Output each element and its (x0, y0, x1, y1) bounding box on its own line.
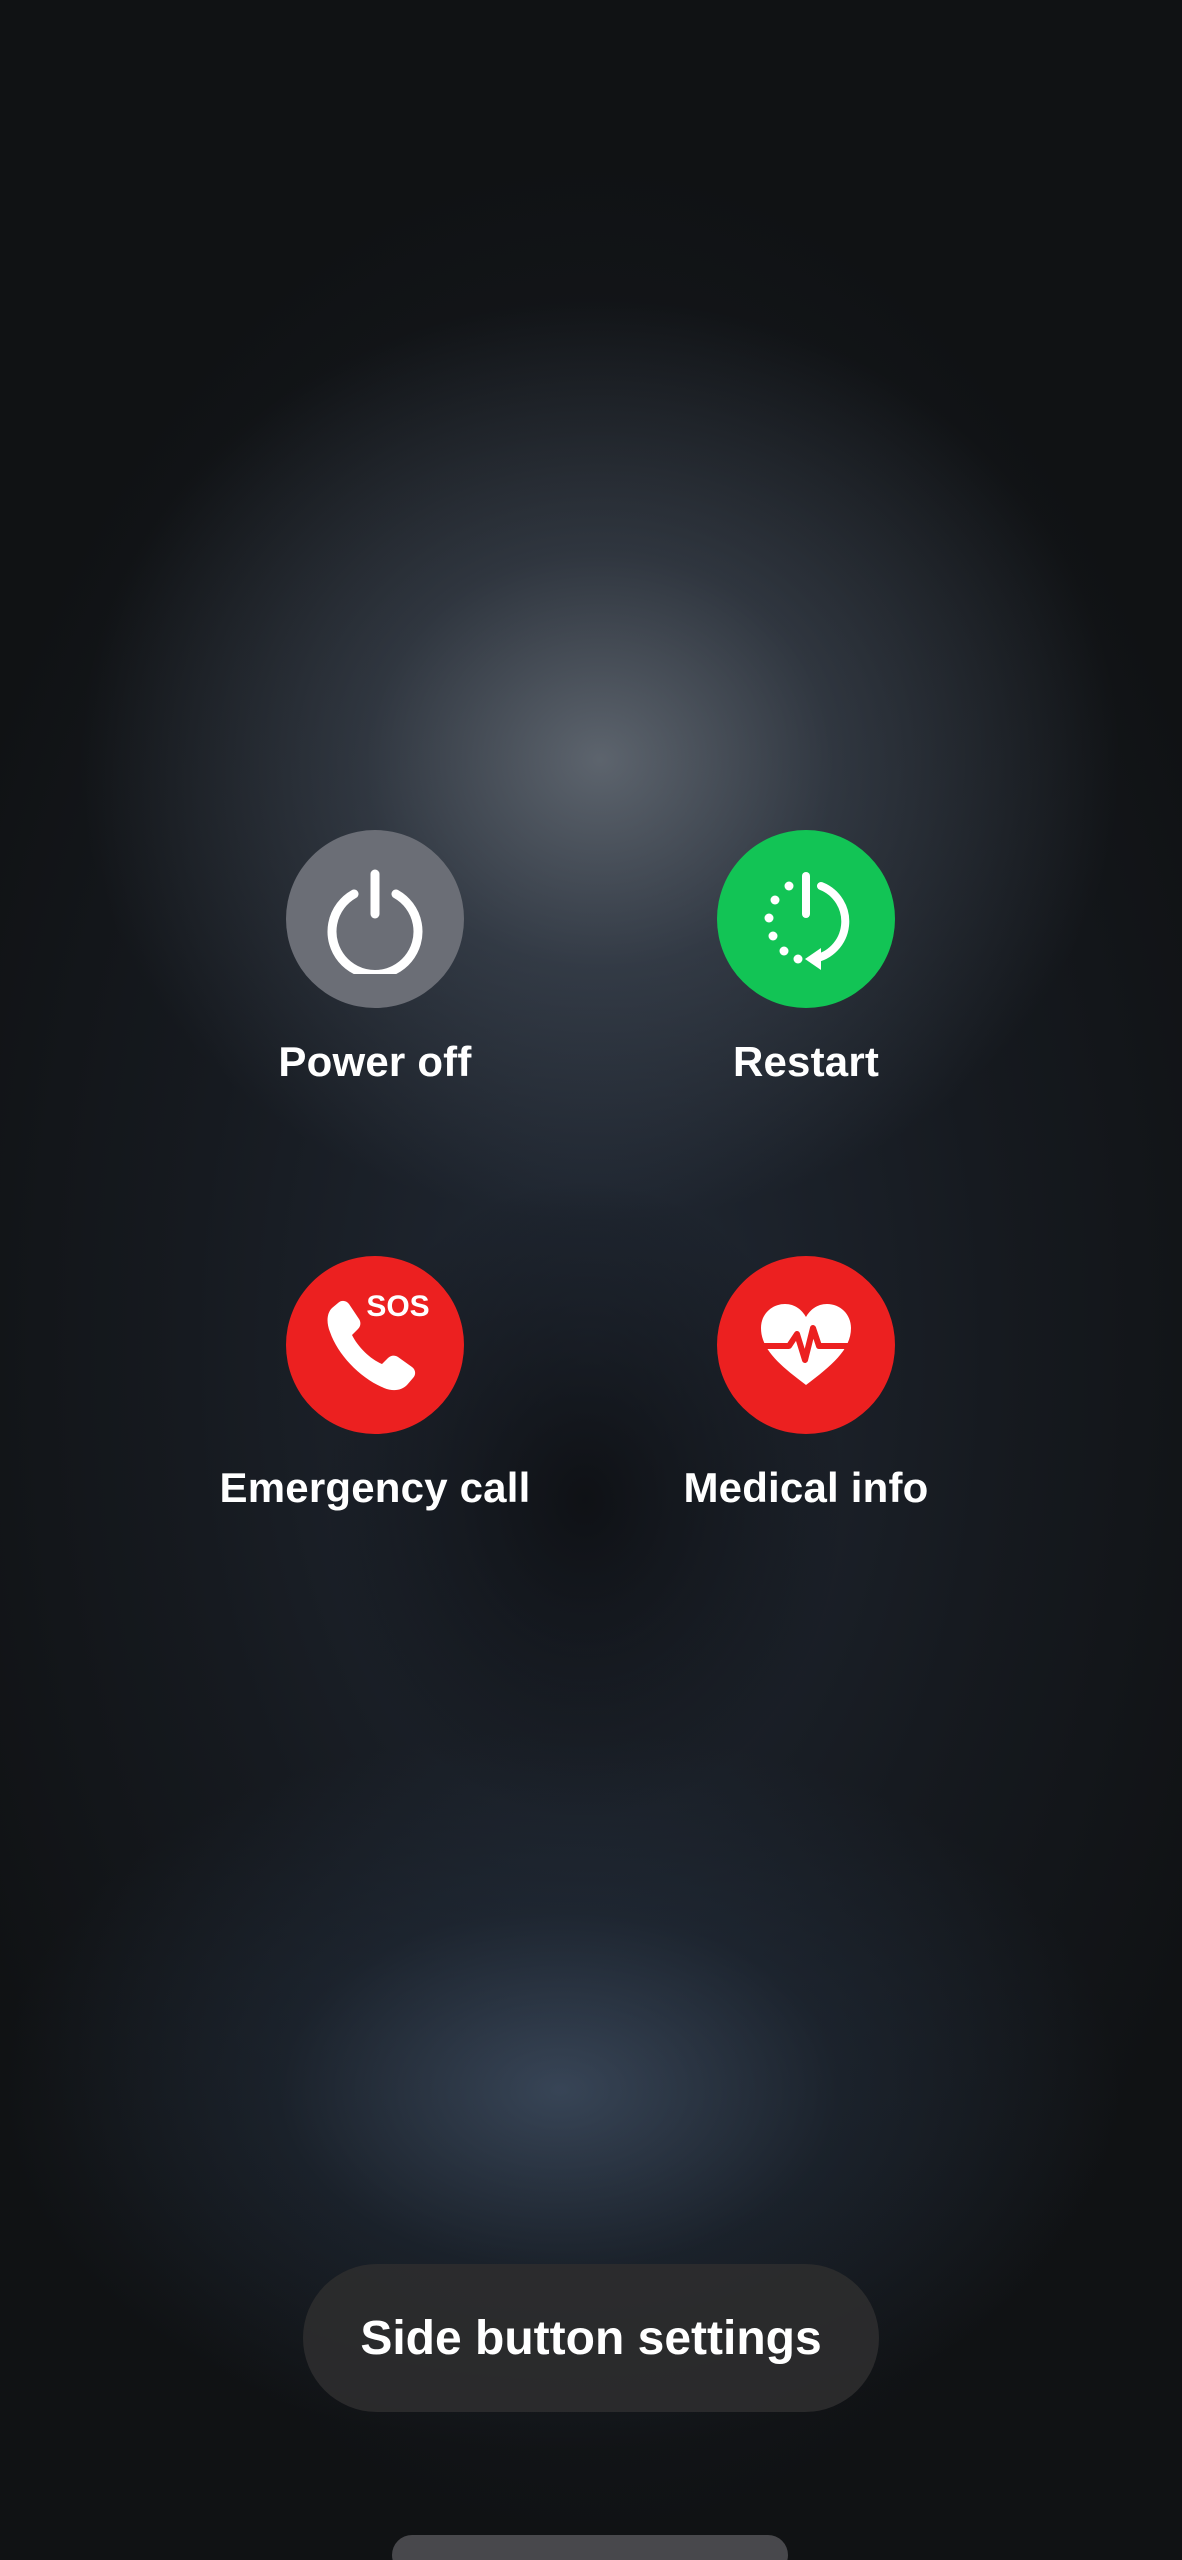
navigation-handle[interactable] (392, 2535, 788, 2560)
power-icon (320, 864, 430, 974)
power-off-button[interactable] (286, 830, 464, 1008)
medical-info-button[interactable] (717, 1256, 895, 1434)
heart-pulse-icon (751, 1290, 861, 1400)
medical-info-label: Medical info (683, 1464, 929, 1511)
power-off-option[interactable]: Power off (195, 830, 555, 1086)
restart-label: Restart (732, 1038, 880, 1085)
emergency-call-button[interactable]: SOS (286, 1256, 464, 1434)
medical-info-option[interactable]: Medical info (626, 1256, 986, 1512)
sos-phone-icon: SOS (310, 1280, 440, 1410)
restart-icon (751, 864, 861, 974)
power-off-label: Power off (278, 1038, 472, 1085)
restart-button[interactable] (717, 830, 895, 1008)
sos-badge-text: SOS (366, 1290, 429, 1323)
power-menu-screen: Power off Restart SOS Emergency call Med… (0, 0, 1182, 2560)
side-button-settings-button[interactable]: Side button settings (303, 2264, 879, 2412)
emergency-call-label: Emergency call (219, 1464, 531, 1511)
restart-option[interactable]: Restart (626, 830, 986, 1086)
emergency-call-option[interactable]: SOS Emergency call (195, 1256, 555, 1512)
